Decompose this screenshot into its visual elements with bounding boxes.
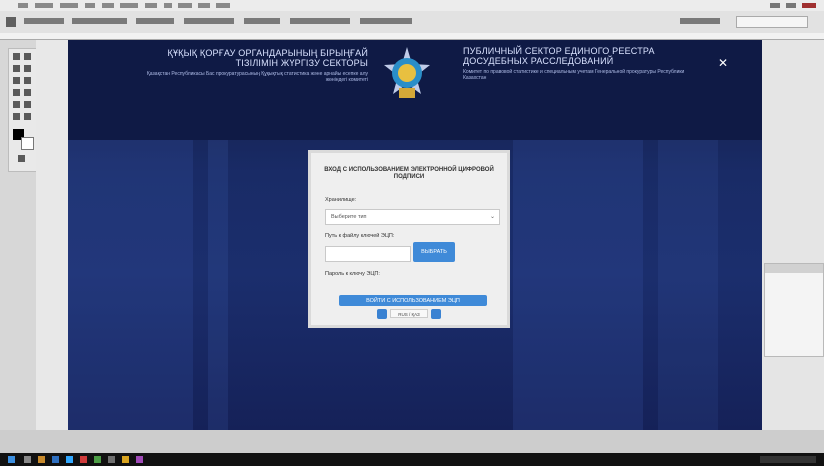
options-control[interactable] — [290, 18, 350, 24]
modal-title: ВХОД С ИСПОЛЬЗОВАНИЕМ ЭЛЕКТРОННОЙ ЦИФРОВ… — [324, 167, 494, 180]
header-right-title: ПУБЛИЧНЫЙ СЕКТОР ЕДИНОГО РЕЕСТРА ДОСУДЕБ… — [463, 46, 655, 66]
right-dock — [762, 40, 824, 430]
crop-icon[interactable] — [24, 65, 31, 72]
close-window-icon[interactable] — [802, 3, 816, 8]
login-modal: ВХОД С ИСПОЛЬЗОВАНИЕМ ЭЛЕКТРОННОЙ ЦИФРОВ… — [308, 150, 510, 328]
windows-start-icon[interactable] — [8, 456, 15, 463]
taskbar-app-icon[interactable] — [94, 456, 101, 463]
header-right-subtitle: Комитет по правовой статистике и специал… — [463, 69, 685, 81]
menu-item-filter[interactable] — [145, 3, 157, 8]
taskbar-app-icon[interactable] — [38, 456, 45, 463]
zoom-icon[interactable] — [13, 101, 20, 108]
header-left-title: ҚҰҚЫҚ ҚОРҒАУ ОРГАНДАРЫНЫҢ БІРЫҢҒАЙ ТІЗІЛ… — [167, 48, 368, 68]
password-label: Пароль к ключу ЭЦП: — [325, 271, 380, 277]
options-bar — [0, 11, 824, 34]
taskbar-app-icon[interactable] — [24, 456, 31, 463]
light-column — [208, 140, 228, 430]
marquee-icon[interactable] — [24, 53, 31, 60]
menu-item-edit[interactable] — [35, 3, 53, 8]
minimize-icon[interactable] — [770, 3, 780, 8]
hand-icon[interactable] — [24, 89, 31, 96]
language-left-button[interactable] — [377, 308, 387, 319]
menu-item-3d[interactable] — [164, 3, 172, 8]
close-icon[interactable]: ✕ — [718, 56, 728, 70]
menu-item-help[interactable] — [216, 3, 230, 8]
menu-item-type[interactable] — [102, 3, 114, 8]
header-left-block: ҚҰҚЫҚ ҚОРҒАУ ОРГАНДАРЫНЫҢ БІРЫҢҒАЙ ТІЗІЛ… — [128, 48, 368, 83]
options-control[interactable] — [360, 18, 412, 24]
storage-label: Хранилище: — [325, 197, 357, 203]
brush-icon[interactable] — [13, 77, 20, 84]
status-bar — [0, 430, 824, 453]
emblem-icon — [384, 47, 430, 98]
dropdown-icon: ⌄ — [489, 214, 495, 220]
taskbar-app-icon[interactable] — [122, 456, 129, 463]
taskbar-app-icon[interactable] — [52, 456, 59, 463]
menu-item-view[interactable] — [178, 3, 192, 8]
options-control[interactable] — [72, 18, 127, 24]
language-label: RUS / ҚАЗ — [390, 309, 428, 318]
pasteboard — [36, 40, 68, 430]
quick-mask-icon[interactable] — [18, 155, 25, 162]
key-file-label: Путь к файлу ключей ЭЦП: — [325, 233, 395, 239]
gradient-icon[interactable] — [13, 113, 20, 120]
header-left-subtitle: Қазақстан Республикасы Бас прокуратурасы… — [146, 71, 368, 83]
pen-icon[interactable] — [24, 101, 31, 108]
light-column — [513, 140, 643, 430]
taskbar — [0, 453, 824, 466]
light-column — [658, 140, 718, 430]
taskbar-app-icon[interactable] — [108, 456, 115, 463]
background-color-swatch[interactable] — [21, 137, 34, 150]
maximize-icon[interactable] — [786, 3, 796, 8]
menu-item-layer[interactable] — [85, 3, 95, 8]
menu-item-file[interactable] — [18, 3, 28, 8]
taskbar-app-icon[interactable] — [80, 456, 87, 463]
language-right-button[interactable] — [431, 308, 441, 319]
browse-button[interactable]: ВЫБРАТЬ — [413, 242, 455, 262]
options-control[interactable] — [244, 18, 280, 24]
ruler — [0, 33, 824, 40]
workspace-search-icon[interactable] — [736, 16, 808, 28]
options-control[interactable] — [184, 18, 234, 24]
submit-button[interactable]: ВОЙТИ С ИСПОЛЬЗОВАНИЕМ ЭЦП — [339, 295, 487, 306]
eraser-icon[interactable] — [24, 77, 31, 84]
menu-item-window[interactable] — [198, 3, 210, 8]
light-column — [68, 140, 193, 430]
shape-icon[interactable] — [24, 113, 31, 120]
system-tray[interactable] — [760, 456, 816, 463]
move-icon[interactable] — [13, 53, 20, 60]
workspace-switcher[interactable] — [680, 18, 720, 24]
options-control[interactable] — [136, 18, 174, 24]
storage-select-value: Выберите тип — [331, 214, 367, 220]
layers-panel — [764, 263, 824, 357]
key-file-input[interactable] — [325, 246, 411, 262]
lasso-icon[interactable] — [13, 65, 20, 72]
text-icon[interactable] — [13, 89, 20, 96]
storage-select[interactable]: Выберите тип ⌄ — [325, 209, 500, 225]
language-switcher: RUS / ҚАЗ — [377, 308, 441, 319]
menu-item-select[interactable] — [120, 3, 138, 8]
header-right-block: ПУБЛИЧНЫЙ СЕКТОР ЕДИНОГО РЕЕСТРА ДОСУДЕБ… — [463, 46, 703, 81]
options-control[interactable] — [24, 18, 64, 24]
taskbar-app-icon[interactable] — [66, 456, 73, 463]
tools-panel — [8, 48, 38, 172]
taskbar-app-icon[interactable] — [136, 456, 143, 463]
menu-item-image[interactable] — [60, 3, 78, 8]
layers-panel-header[interactable] — [765, 264, 823, 273]
tool-preset-icon[interactable] — [6, 17, 16, 27]
